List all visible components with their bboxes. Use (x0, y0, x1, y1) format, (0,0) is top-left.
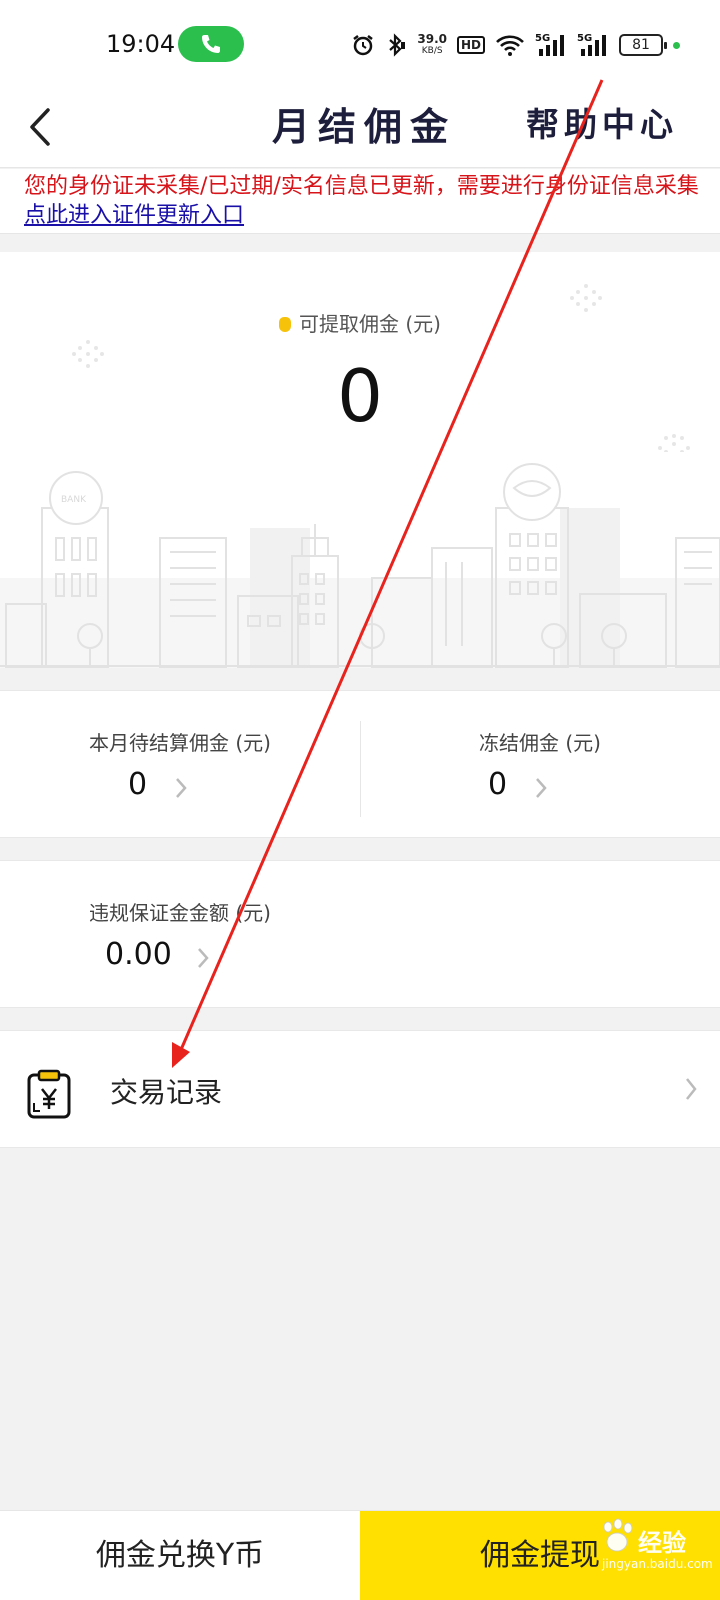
frozen-commission-value: 0 (488, 767, 508, 802)
violation-deposit-label: 违规保证金金额 (元) (89, 901, 271, 925)
svg-text:5G: 5G (535, 33, 550, 44)
commission-stats-card: 本月待结算佣金 (元) 0 冻结佣金 (元) 0 (0, 690, 720, 838)
pending-commission-label: 本月待结算佣金 (元) (89, 731, 271, 755)
id-update-link[interactable]: 点此进入证件更新入口 (24, 203, 244, 228)
pending-commission-value: 0 (128, 767, 148, 802)
status-icons: 39.0 KB/S HD 5G 5G 81 (351, 28, 680, 62)
battery-indicator: 81 (619, 34, 667, 56)
watermark-brand: 经验 (638, 1529, 686, 1557)
bluetooth-icon (389, 33, 406, 57)
signal-sim1-icon: 5G (535, 33, 564, 56)
page-title: 月结佣金 (272, 104, 457, 149)
frozen-commission-label: 冻结佣金 (元) (479, 731, 601, 755)
withdrawable-label: 可提取佣金 (元) (0, 308, 720, 337)
pending-commission[interactable]: 本月待结算佣金 (元) 0 (0, 691, 360, 839)
chevron-right-icon (198, 948, 209, 968)
notice-text: 您的身份证未采集/已过期/实名信息已更新，需要进行身份证信息采集 (24, 174, 699, 199)
privacy-indicator-dot (673, 41, 680, 49)
watermark-site: jingyan.baidu.com (602, 1557, 713, 1571)
chevron-right-icon (536, 778, 547, 798)
transaction-records-row[interactable]: 交易记录 (0, 1030, 720, 1148)
ongoing-call-pill[interactable] (178, 26, 244, 62)
nav-bar: 月结佣金 帮助中心 (0, 92, 720, 168)
status-time: 19:04 (106, 30, 176, 58)
chevron-left-icon (30, 108, 50, 146)
violation-deposit-card: 违规保证金金额 (元) 0.00 (0, 860, 720, 1008)
baidu-jingyan-watermark: 经验 jingyan.baidu.com (598, 1517, 713, 1581)
signal-sim2-icon: 5G (577, 33, 606, 56)
transaction-records-label: 交易记录 (110, 1076, 223, 1109)
help-center-link[interactable]: 帮助中心 (526, 98, 678, 146)
city-skyline-illustration: BANK (0, 463, 720, 668)
bank-sign: BANK (61, 495, 87, 505)
money-bag-icon (279, 317, 292, 332)
withdrawable-amount: 0 (337, 354, 383, 438)
withdrawable-card: BANK 可提取佣金 (元) 0 (0, 252, 720, 668)
chevron-right-icon (686, 1078, 697, 1100)
violation-deposit-value: 0.00 (105, 937, 172, 972)
wifi-icon (496, 35, 524, 56)
svg-text:5G: 5G (577, 33, 592, 44)
network-speed: 39.0 KB/S (417, 32, 447, 56)
frozen-commission[interactable]: 冻结佣金 (元) 0 (360, 691, 720, 839)
violation-deposit[interactable]: 违规保证金金额 (元) 0.00 (0, 861, 360, 1009)
hd-badge: HD (456, 36, 485, 54)
back-button[interactable] (22, 100, 62, 154)
chevron-right-icon (176, 778, 187, 798)
alarm-icon (353, 35, 374, 56)
paw-logo-icon (603, 1518, 633, 1552)
yen-clipboard-icon (27, 1069, 71, 1119)
id-update-notice: 您的身份证未采集/已过期/实名信息已更新，需要进行身份证信息采集 点此进入证件更… (0, 169, 720, 234)
exchange-y-coin-button[interactable]: 佣金兑换Y币 (0, 1511, 360, 1600)
phone-icon (202, 35, 220, 53)
status-bar: 19:04 39.0 KB/S HD 5G 5G 81 (0, 0, 720, 92)
